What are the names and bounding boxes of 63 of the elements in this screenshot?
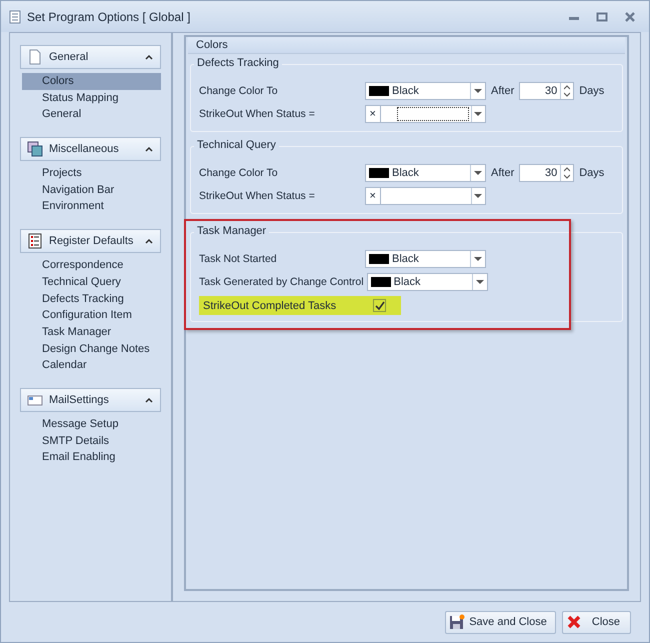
days-spinner[interactable]: 30 bbox=[519, 82, 574, 100]
dropdown-arrow-icon bbox=[474, 194, 482, 198]
maximize-icon[interactable] bbox=[595, 12, 609, 22]
window-title: Set Program Options [ Global ] bbox=[27, 10, 190, 24]
field-label: Days bbox=[579, 84, 604, 96]
field-label: After bbox=[491, 166, 514, 178]
sidebar-item[interactable]: SMTP Details bbox=[22, 432, 161, 450]
days-spinner[interactable]: 30 bbox=[519, 164, 574, 182]
dropdown-arrow-icon bbox=[474, 88, 482, 92]
sidebar-item[interactable]: Technical Query bbox=[22, 274, 161, 290]
dropdown-arrow-icon bbox=[476, 280, 484, 284]
status-dropdown[interactable]: × bbox=[365, 186, 486, 204]
panel-title: Colors bbox=[188, 37, 625, 54]
sidebar-item[interactable]: Task Manager bbox=[22, 324, 161, 341]
group-header[interactable]: Miscellaneous bbox=[20, 137, 161, 162]
group-title: Technical Query bbox=[194, 138, 279, 152]
color-dropdown[interactable]: Black bbox=[366, 272, 488, 290]
field-label: Task Generated by Change Control bbox=[199, 276, 365, 288]
field-label: StrikeOut When Status = bbox=[199, 108, 316, 120]
color-dropdown[interactable]: Black bbox=[365, 82, 486, 100]
color-dropdown[interactable]: Black bbox=[365, 164, 486, 182]
spin-arrows-icon bbox=[564, 84, 570, 98]
sidebar-item[interactable]: Correspondence bbox=[22, 257, 161, 274]
list-icon bbox=[27, 233, 43, 250]
field-label: Days bbox=[579, 166, 604, 178]
save-and-close-button[interactable]: Save and Close bbox=[445, 610, 556, 634]
color-dropdown[interactable]: Black bbox=[365, 250, 486, 268]
close-button[interactable]: Close bbox=[562, 610, 631, 634]
document-icon bbox=[9, 10, 21, 24]
spin-arrows-icon bbox=[564, 166, 570, 180]
group-header[interactable]: MailSettings bbox=[20, 388, 161, 412]
dropdown-arrow-icon bbox=[474, 170, 482, 174]
field-label: Change Color To bbox=[199, 166, 279, 178]
field-label: StrikeOut When Status = bbox=[199, 190, 316, 202]
group-title: Defects Tracking bbox=[194, 56, 282, 70]
sidebar-item[interactable]: Defects Tracking bbox=[22, 290, 161, 308]
close-icon[interactable] bbox=[623, 12, 637, 22]
dropdown-arrow-icon bbox=[474, 256, 482, 260]
sidebar-item[interactable]: Calendar bbox=[22, 357, 161, 374]
group-header[interactable]: General bbox=[20, 45, 161, 69]
group-title: Task Manager bbox=[194, 224, 270, 238]
sidebar-item[interactable]: Environment bbox=[22, 198, 161, 216]
checkbox-label: StrikeOut Completed Tasks bbox=[203, 300, 338, 312]
sidebar-item[interactable]: Design Change Notes bbox=[22, 340, 161, 358]
sidebar-item[interactable]: Email Enabling bbox=[22, 449, 161, 466]
page-icon bbox=[27, 49, 43, 65]
sidebar-item[interactable]: Status Mapping bbox=[22, 90, 161, 106]
sidebar-item[interactable]: Projects bbox=[22, 165, 161, 182]
field-label: After bbox=[491, 84, 514, 96]
cross-icon bbox=[566, 614, 582, 630]
sidebar-item[interactable]: Message Setup bbox=[22, 416, 161, 433]
windows-icon bbox=[27, 141, 43, 158]
sidebar-item[interactable]: Configuration Item bbox=[22, 307, 161, 324]
group-header[interactable]: Register Defaults bbox=[20, 229, 161, 254]
sidebar-item[interactable]: General bbox=[22, 106, 161, 124]
checkbox-row[interactable]: StrikeOut Completed Tasks bbox=[199, 296, 401, 315]
status-dropdown[interactable]: × bbox=[365, 104, 486, 122]
field-label: Change Color To bbox=[199, 84, 279, 96]
dropdown-arrow-icon bbox=[474, 112, 482, 116]
checkbox[interactable] bbox=[373, 299, 386, 312]
sidebar-item[interactable]: Colors bbox=[22, 73, 161, 90]
field-label: Task Not Started bbox=[199, 252, 278, 264]
sidebar-item[interactable]: Navigation Bar bbox=[22, 182, 161, 198]
